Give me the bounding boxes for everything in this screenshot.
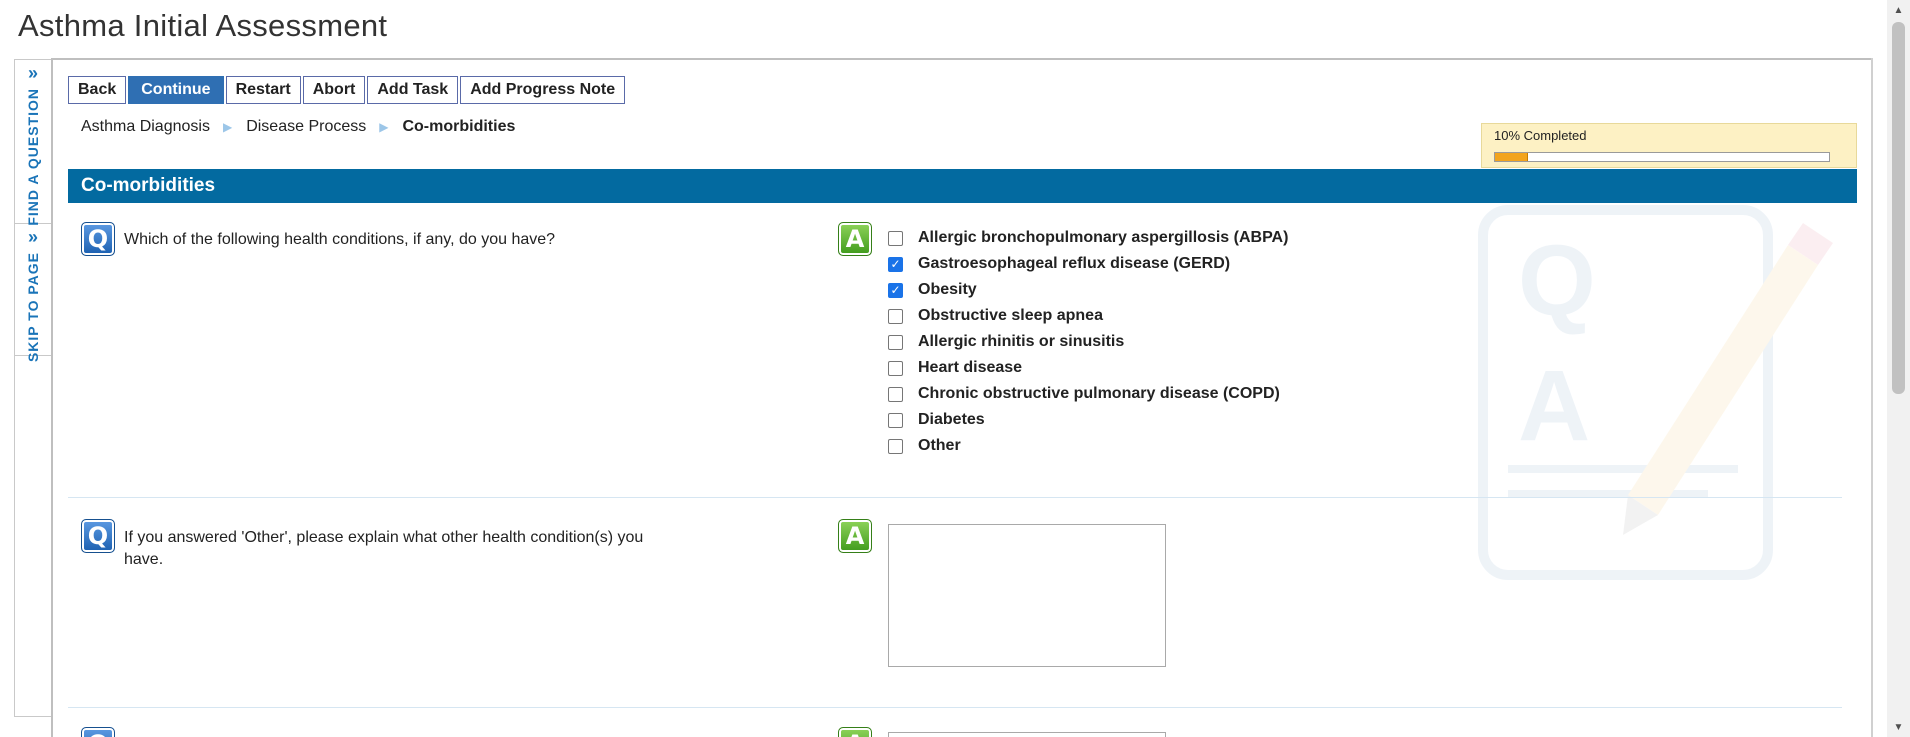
abort-button[interactable]: Abort bbox=[302, 76, 366, 104]
checkbox[interactable] bbox=[888, 230, 903, 246]
checkbox[interactable] bbox=[888, 360, 903, 376]
option-rhinitis[interactable]: Allergic rhinitis or sinusitis bbox=[888, 329, 1288, 355]
skip-to-page-label: SKIP TO PAGE bbox=[25, 252, 41, 363]
side-rail: » FIND A QUESTION » SKIP TO PAGE bbox=[14, 59, 51, 717]
option-label: Diabetes bbox=[918, 411, 985, 428]
option-diabetes[interactable]: Diabetes bbox=[888, 407, 1288, 433]
question-text: Which of the following health conditions… bbox=[124, 231, 556, 248]
progress-bar-fill bbox=[1495, 153, 1529, 161]
double-chevron-right-icon: » bbox=[27, 227, 38, 247]
answer-icon: A bbox=[838, 727, 872, 737]
checkbox[interactable] bbox=[888, 334, 903, 350]
toolbar: Back Continue Restart Abort Add Task Add… bbox=[68, 76, 626, 104]
option-gerd[interactable]: ✓ Gastroesophageal reflux disease (GERD) bbox=[888, 251, 1288, 277]
other-conditions-textarea[interactable] bbox=[888, 524, 1166, 667]
find-question-label: FIND A QUESTION bbox=[25, 88, 41, 226]
option-label: Heart disease bbox=[918, 359, 1023, 376]
option-label: Obstructive sleep apnea bbox=[918, 307, 1103, 324]
content-frame-left bbox=[51, 58, 53, 737]
question-icon: Q bbox=[81, 222, 115, 256]
question-block: Q Which of the following health conditio… bbox=[68, 220, 1842, 498]
breadcrumb-item-disease-process[interactable]: Disease Process bbox=[246, 118, 366, 136]
content-frame-top bbox=[51, 58, 1873, 60]
answer-input[interactable] bbox=[888, 732, 1166, 737]
checkbox[interactable] bbox=[888, 386, 903, 402]
option-label: Chronic obstructive pulmonary disease (C… bbox=[918, 385, 1280, 402]
breadcrumb-arrow-icon: ▶ bbox=[379, 120, 389, 134]
option-abpa[interactable]: Allergic bronchopulmonary aspergillosis … bbox=[888, 225, 1288, 251]
section-header: Co-morbidities bbox=[68, 169, 1857, 203]
breadcrumb-arrow-icon: ▶ bbox=[222, 120, 233, 134]
question-text: If you answered 'Other', please explain … bbox=[124, 529, 644, 568]
progress-bar bbox=[1494, 152, 1830, 162]
progress-label: 10% Completed bbox=[1494, 128, 1587, 143]
option-label: Allergic rhinitis or sinusitis bbox=[918, 333, 1125, 350]
option-label: Obesity bbox=[918, 281, 977, 298]
question-icon: Q bbox=[81, 519, 115, 553]
skip-to-page-tab[interactable]: » SKIP TO PAGE bbox=[15, 224, 51, 362]
checkbox[interactable]: ✓ bbox=[888, 282, 903, 298]
option-label: Other bbox=[918, 437, 961, 454]
progress-panel: 10% Completed bbox=[1481, 123, 1857, 168]
option-other[interactable]: Other bbox=[888, 433, 1288, 459]
answer-icon: A bbox=[838, 519, 872, 553]
double-chevron-right-icon: » bbox=[27, 63, 38, 83]
checkbox[interactable]: ✓ bbox=[888, 256, 903, 272]
option-sleep-apnea[interactable]: Obstructive sleep apnea bbox=[888, 303, 1288, 329]
checkbox[interactable] bbox=[888, 412, 903, 428]
option-label: Allergic bronchopulmonary aspergillosis … bbox=[918, 229, 1289, 246]
add-progress-note-button[interactable]: Add Progress Note bbox=[460, 76, 626, 104]
option-copd[interactable]: Chronic obstructive pulmonary disease (C… bbox=[888, 381, 1288, 407]
question-block: Q If you answered 'Other', please explai… bbox=[68, 518, 1842, 708]
scroll-up-arrow-icon[interactable]: ▲ bbox=[1887, 0, 1910, 20]
add-task-button[interactable]: Add Task bbox=[367, 76, 459, 104]
question-icon: Q bbox=[81, 727, 115, 737]
continue-button[interactable]: Continue bbox=[128, 76, 224, 104]
vertical-scrollbar[interactable]: ▲ ▼ bbox=[1887, 0, 1910, 737]
scrollbar-thumb[interactable] bbox=[1892, 22, 1905, 394]
question-block-partial: Q A bbox=[68, 724, 1842, 737]
restart-button[interactable]: Restart bbox=[225, 76, 301, 104]
option-label: Gastroesophageal reflux disease (GERD) bbox=[918, 255, 1231, 272]
option-obesity[interactable]: ✓ Obesity bbox=[888, 277, 1288, 303]
answer-options: Allergic bronchopulmonary aspergillosis … bbox=[888, 225, 1288, 459]
breadcrumb: Asthma Diagnosis ▶ Disease Process ▶ Co-… bbox=[81, 118, 515, 136]
find-question-tab[interactable]: » FIND A QUESTION bbox=[15, 60, 51, 226]
answer-icon: A bbox=[838, 222, 872, 256]
content-frame-right bbox=[1871, 58, 1873, 737]
breadcrumb-item-current: Co-morbidities bbox=[402, 118, 516, 135]
option-heart-disease[interactable]: Heart disease bbox=[888, 355, 1288, 381]
checkbox[interactable] bbox=[888, 438, 903, 454]
page-title: Asthma Initial Assessment bbox=[18, 8, 388, 43]
scroll-down-arrow-icon[interactable]: ▼ bbox=[1887, 717, 1910, 737]
checkbox[interactable] bbox=[888, 308, 903, 324]
breadcrumb-item-asthma-diagnosis[interactable]: Asthma Diagnosis bbox=[81, 118, 210, 136]
back-button[interactable]: Back bbox=[68, 76, 127, 104]
